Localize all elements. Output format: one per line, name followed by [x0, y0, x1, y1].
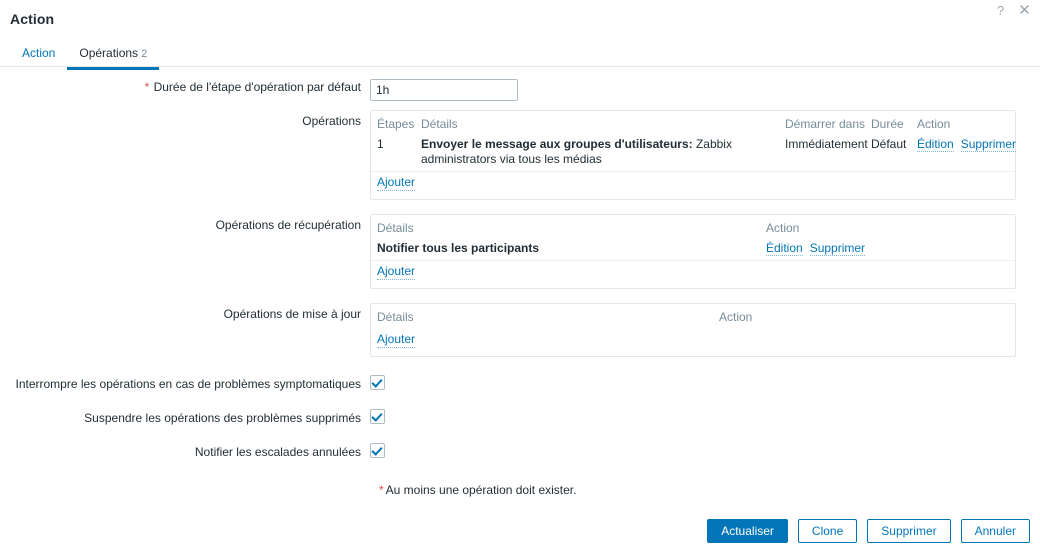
tab-bar: Action Opérations 2: [0, 38, 1040, 70]
update-button[interactable]: Actualiser: [707, 519, 788, 543]
delete-button[interactable]: Supprimer: [867, 519, 951, 543]
column-header-update-action: Action: [719, 310, 753, 324]
recovery-operations-table-footer: Ajouter: [371, 261, 1015, 288]
clone-button[interactable]: Clone: [797, 519, 858, 543]
recovery-operation-details: Notifier tous les participants: [377, 241, 540, 255]
operation-actions: Édition Supprimer: [917, 137, 1017, 152]
field-operations: Étapes Détails Démarrer dans Durée Actio…: [370, 110, 1040, 200]
column-header-recovery-details: Détails: [377, 221, 414, 235]
tab-operations-label: Opérations: [79, 46, 139, 60]
update-operations-table-header: Détails Action: [371, 304, 1015, 329]
column-header-start-in: Démarrer dans: [785, 117, 866, 131]
operation-details-strong: Envoyer le message aux groupes d'utilisa…: [421, 137, 693, 151]
label-default-step-duration: * Durée de l'étape d'opération par défau…: [0, 79, 370, 95]
label-update-operations: Opérations de mise à jour: [223, 307, 361, 321]
operation-step-number: 1: [377, 137, 384, 151]
footnote-text: Au moins une opération doit exister.: [385, 483, 577, 497]
column-header-details: Détails: [421, 117, 458, 131]
column-header-steps: Étapes: [377, 117, 415, 131]
label-default-step-duration-text: Durée de l'étape d'opération par défaut: [153, 80, 361, 94]
field-row-default-step-duration: * Durée de l'étape d'opération par défau…: [0, 79, 1040, 101]
field-default-step-duration: [370, 79, 1040, 101]
field-pause-symptom-problems: [370, 375, 1040, 393]
column-header-recovery-action: Action: [766, 221, 800, 235]
recovery-operation-remove-link[interactable]: Supprimer: [809, 241, 866, 256]
help-icon[interactable]: ?: [993, 4, 1008, 19]
field-row-update-operations: Opérations de mise à jour Détails Action…: [0, 303, 1040, 357]
label-operations: Opérations: [302, 114, 361, 128]
field-recovery-operations: Détails Action Notifier tous les partici…: [370, 214, 1040, 289]
column-header-duration: Durée: [871, 117, 904, 131]
label-notify-cancelled-escalations: Notifier les escalades annulées: [194, 445, 361, 459]
field-row-pause-symptom-problems: Interrompre les opérations en cas de pro…: [0, 367, 1040, 401]
field-row-pause-suppressed-problems: Suspendre les opérations des problèmes s…: [0, 401, 1040, 435]
recovery-operation-edit-link[interactable]: Édition: [766, 241, 803, 256]
field-update-operations: Détails Action Ajouter: [370, 303, 1040, 357]
table-row: 1 Envoyer le message aux groupes d'utili…: [371, 136, 1017, 172]
tab-action-label: Action: [22, 46, 56, 60]
default-step-duration-input[interactable]: [370, 79, 518, 101]
operation-start-in: Immédiatement: [785, 137, 868, 151]
update-operations-table-footer: Ajouter: [371, 329, 1015, 356]
form-footnote: * Au moins une opération doit exister.: [0, 483, 1040, 497]
field-notify-cancelled-escalations: [370, 443, 1040, 461]
label-recovery-operations: Opérations de récupération: [215, 218, 361, 232]
tab-action[interactable]: Action: [10, 42, 67, 67]
footnote-marker: *: [379, 483, 384, 497]
tab-operations-count: 2: [141, 48, 148, 60]
dialog-header: Action ? ✕: [0, 0, 1040, 38]
operations-table-footer: Ajouter: [371, 172, 1015, 199]
update-operations-table: Détails Action Ajouter: [370, 303, 1016, 357]
update-operations-add-link[interactable]: Ajouter: [377, 332, 416, 348]
operations-table-header: Étapes Détails Démarrer dans Durée Actio…: [371, 111, 1015, 136]
page-title: Action: [10, 11, 55, 27]
required-marker: *: [144, 80, 150, 94]
operation-remove-link[interactable]: Supprimer: [960, 137, 1017, 152]
operation-edit-link[interactable]: Édition: [917, 137, 954, 152]
label-pause-symptom-problems: Interrompre les opérations en cas de pro…: [15, 377, 361, 391]
checkbox-notify-cancelled-escalations[interactable]: [370, 443, 385, 458]
recovery-operations-table-header: Détails Action: [371, 215, 1015, 240]
cancel-button[interactable]: Annuler: [960, 519, 1030, 543]
operation-duration: Défaut: [871, 137, 907, 151]
field-row-recovery-operations: Opérations de récupération Détails Actio…: [0, 214, 1040, 289]
column-header-action: Action: [917, 117, 951, 131]
checkbox-pause-symptom-problems[interactable]: [370, 375, 385, 390]
dialog-footer: Actualiser Clone Supprimer Annuler: [707, 519, 1030, 543]
label-pause-suppressed-problems: Suspendre les opérations des problèmes s…: [84, 411, 361, 425]
table-row: Notifier tous les participants Édition Su…: [371, 240, 1015, 261]
operations-add-link[interactable]: Ajouter: [377, 175, 416, 191]
operations-form: * Durée de l'étape d'opération par défau…: [0, 67, 1040, 497]
checkbox-pause-suppressed-problems[interactable]: [370, 409, 385, 424]
recovery-operations-add-link[interactable]: Ajouter: [377, 264, 416, 280]
field-row-notify-cancelled-escalations: Notifier les escalades annulées: [0, 435, 1040, 469]
operation-details: Envoyer le message aux groupes d'utilisa…: [421, 137, 785, 167]
recovery-operation-actions: Édition Supprimer: [766, 241, 1009, 256]
field-pause-suppressed-problems: [370, 409, 1040, 427]
column-header-update-details: Détails: [377, 310, 414, 324]
close-icon[interactable]: ✕: [1017, 3, 1032, 19]
operations-table: Étapes Détails Démarrer dans Durée Actio…: [370, 110, 1017, 200]
recovery-operations-table: Détails Action Notifier tous les partici…: [370, 214, 1016, 289]
dialog-header-controls: ? ✕: [993, 3, 1032, 19]
tab-operations[interactable]: Opérations 2: [67, 42, 160, 70]
field-row-operations: Opérations Étapes Détails Démarrer dans …: [0, 110, 1040, 200]
